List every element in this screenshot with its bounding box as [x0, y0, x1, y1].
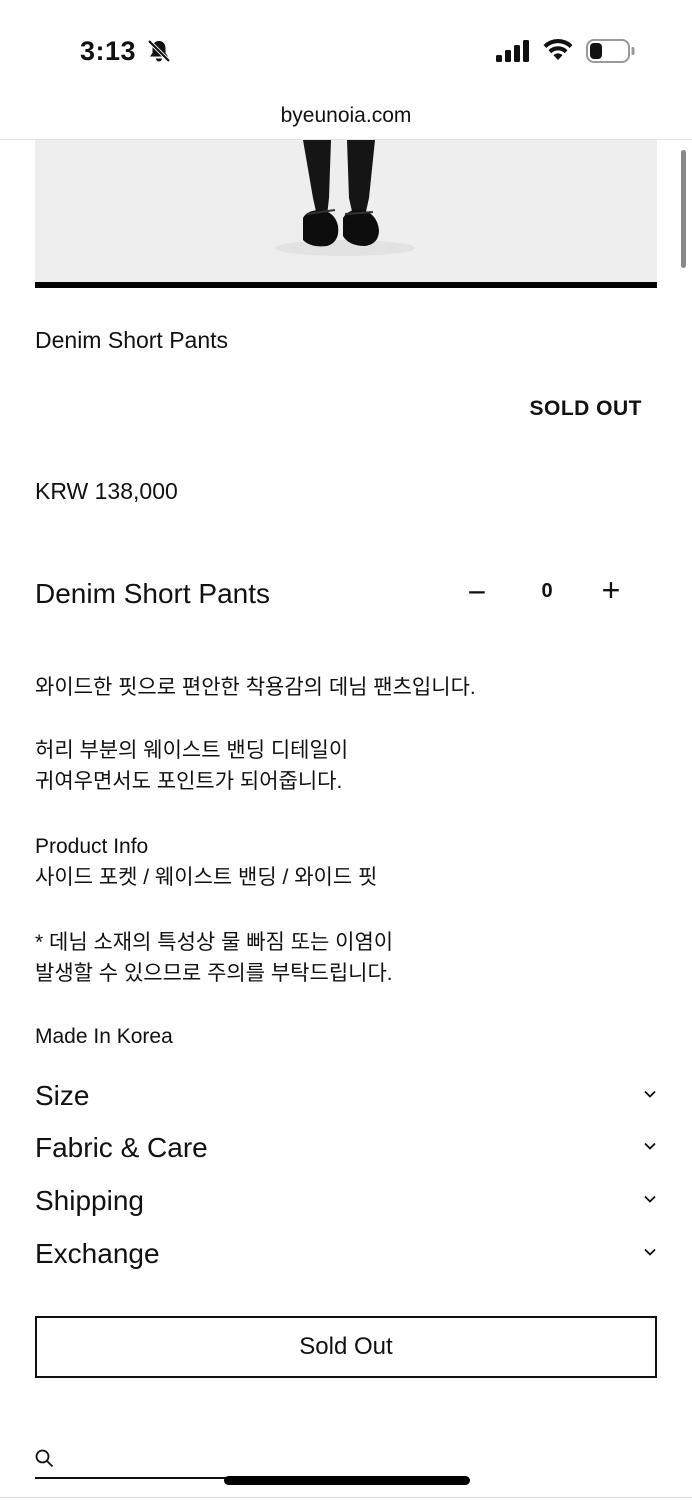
care-note-line-1: * 데님 소재의 특성상 물 빠짐 또는 이염이: [35, 931, 394, 954]
product-info-heading: Product Info: [35, 835, 149, 858]
sold-out-button[interactable]: Sold Out: [35, 1316, 657, 1378]
quantity-decrease-button[interactable]: −: [462, 574, 492, 610]
home-indicator[interactable]: [224, 1476, 470, 1485]
wifi-icon: [543, 38, 573, 60]
search-icon[interactable]: [34, 1448, 54, 1468]
quantity-value: 0: [541, 580, 553, 602]
battery-icon: [586, 39, 635, 63]
description-line-1: 와이드한 핏으로 편안한 착용감의 데님 팬츠입니다.: [35, 676, 476, 699]
made-in-text: Made In Korea: [35, 1025, 173, 1048]
search-underline[interactable]: [35, 1477, 235, 1479]
bottom-divider: [0, 1497, 692, 1498]
bell-slash-icon: [147, 39, 171, 63]
option-name: Denim Short Pants: [35, 578, 270, 609]
sold-out-badge: SOLD OUT: [529, 397, 642, 420]
description-line-2: 허리 부분의 웨이스트 밴딩 디테일이: [35, 739, 349, 762]
accordion-fabric-care[interactable]: Fabric & Care: [35, 1132, 660, 1172]
url-text[interactable]: byeunoia.com: [0, 104, 692, 128]
scrollbar-thumb[interactable]: [681, 150, 686, 268]
browser-url-bar[interactable]: byeunoia.com: [0, 100, 692, 140]
chevron-down-icon[interactable]: [642, 1086, 658, 1102]
care-note-line-2: 발생할 수 있으므로 주의를 부탁드립니다.: [35, 962, 393, 985]
accordion-label[interactable]: Fabric & Care: [35, 1132, 208, 1164]
signal-icon: [496, 40, 529, 62]
product-photo: [35, 140, 657, 282]
status-time: 3:13: [80, 36, 137, 66]
quantity-increase-button[interactable]: +: [596, 572, 626, 608]
accordion-label[interactable]: Size: [35, 1080, 89, 1112]
product-image[interactable]: [35, 140, 657, 282]
accordion-exchange[interactable]: Exchange: [35, 1238, 660, 1278]
description-line-3: 귀여우면서도 포인트가 되어줍니다.: [35, 770, 343, 793]
accordion-label[interactable]: Shipping: [35, 1185, 144, 1217]
product-title: Denim Short Pants: [35, 327, 229, 353]
chevron-down-icon[interactable]: [642, 1138, 658, 1154]
accordion-label[interactable]: Exchange: [35, 1238, 160, 1270]
accordion-size[interactable]: Size: [35, 1080, 660, 1120]
accordion-shipping[interactable]: Shipping: [35, 1185, 660, 1225]
chevron-down-icon[interactable]: [642, 1244, 658, 1260]
product-info-body: 사이드 포켓 / 웨이스트 밴딩 / 와이드 핏: [35, 866, 378, 889]
product-price: KRW 138,000: [35, 478, 178, 504]
chevron-down-icon[interactable]: [642, 1191, 658, 1207]
image-divider: [35, 282, 657, 288]
status-bar: 3:13: [0, 0, 692, 100]
